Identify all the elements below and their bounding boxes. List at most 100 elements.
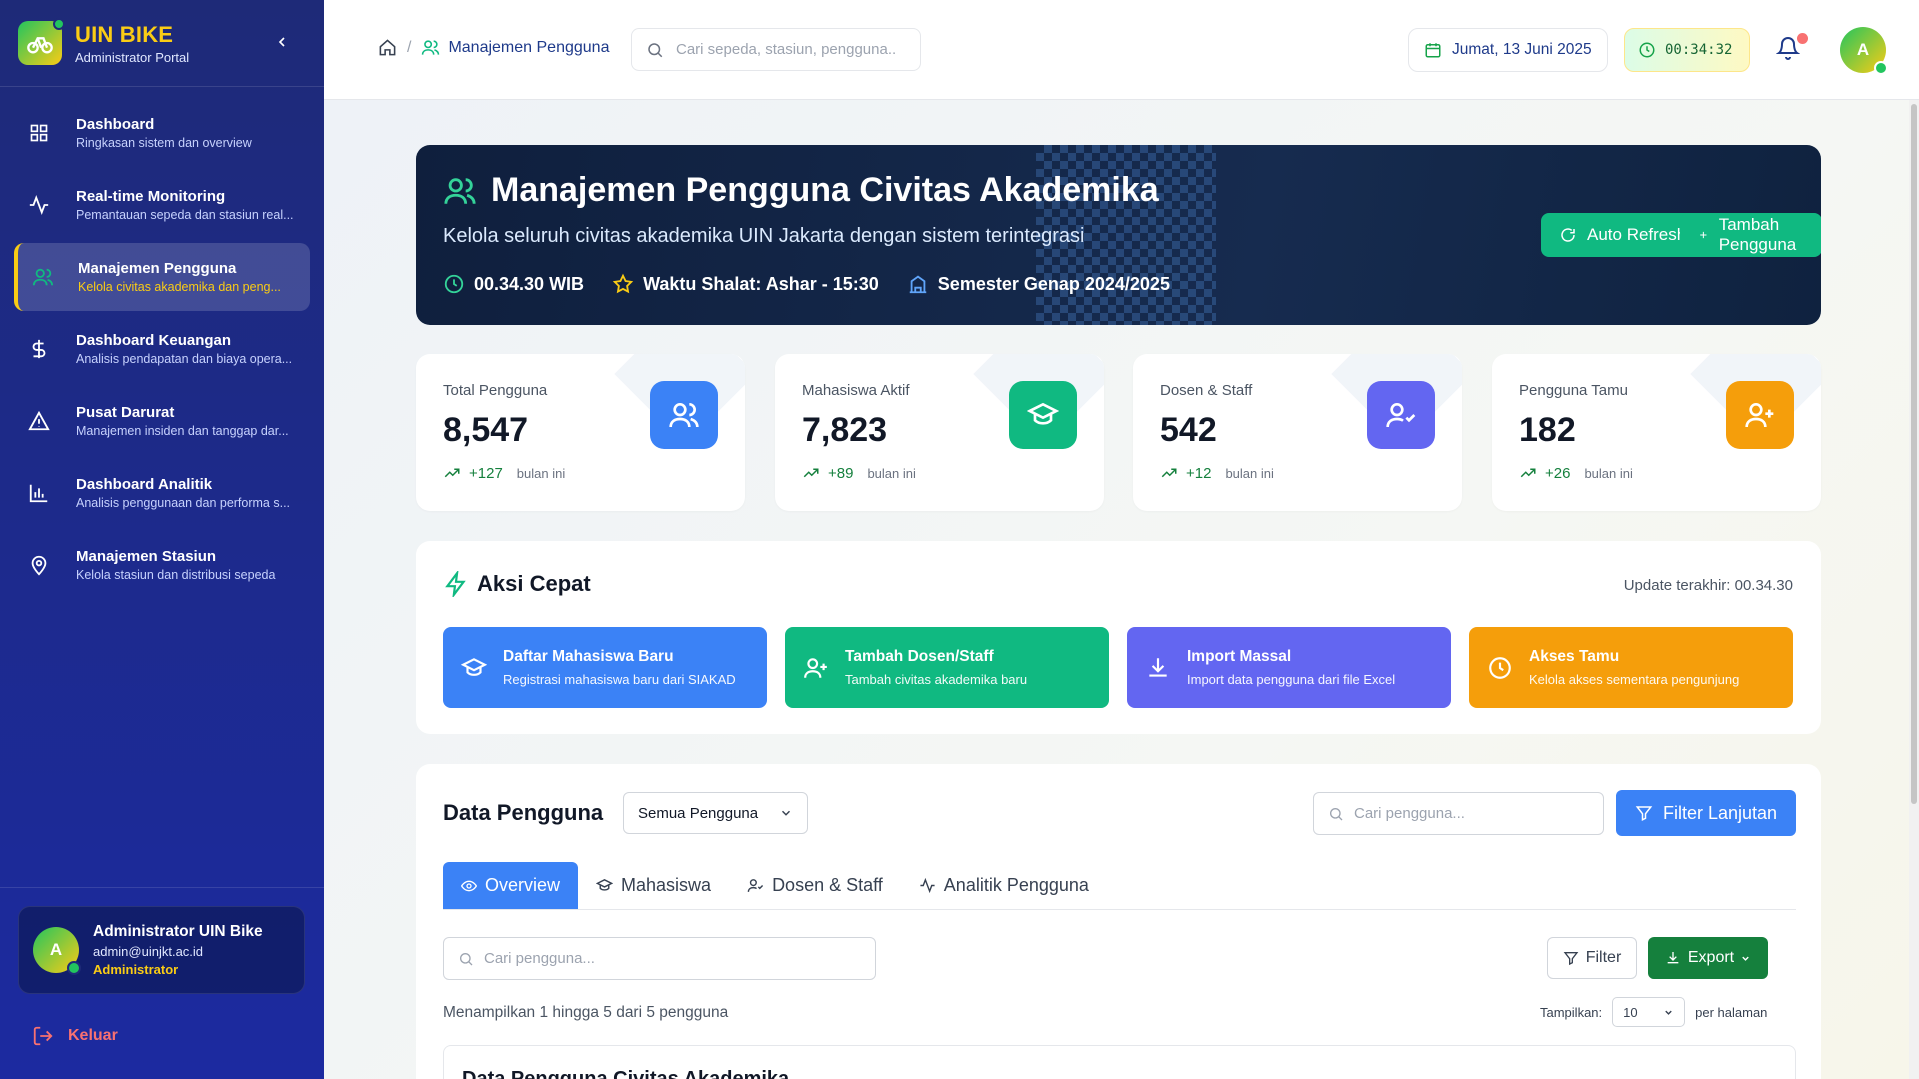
add-user-button[interactable]: Tambah Pengguna [1680,213,1821,257]
scrollbar-thumb[interactable] [1911,104,1917,804]
collapse-sidebar-button[interactable] [270,30,294,54]
user-card[interactable]: A Administrator UIN Bike admin@uinjkt.ac… [18,906,305,994]
tab-lecturers-staff[interactable]: Dosen & Staff [729,862,901,909]
stat-trend-value: +12 [1186,464,1212,482]
bulk-import-button[interactable]: Import Massal Import data pengguna dari f… [1127,627,1451,708]
action-label: Import Massal [1187,648,1292,665]
notification-badge [1797,33,1808,44]
sidebar-item-label: Dashboard Keuangan [76,332,232,349]
action-label: Daftar Mahasiswa Baru [503,648,674,665]
users-icon [444,177,476,204]
sidebar-item-monitoring[interactable]: Real-time Monitoring Pemantauan sepeda da… [14,171,310,239]
stat-card-active-students: Mahasiswa Aktif 7,823 +89 bulan ini [775,354,1104,511]
stat-card-lecturers-staff: Dosen & Staff 542 +12 bulan ini [1133,354,1462,511]
bike-logo-icon [18,18,65,65]
sidebar-item-analytics[interactable]: Dashboard Analitik Analisis penggunaan da… [14,459,310,527]
main-content: Manajemen Pengguna Civitas Akademika Kel… [324,100,1919,1079]
trending-up-icon [803,468,819,478]
stat-label: Mahasiswa Aktif [802,382,910,399]
export-button[interactable]: Export [1648,937,1768,979]
star-icon [612,273,634,294]
stat-trend: +89 bulan ini [802,464,916,482]
stat-trend-note: bulan ini [867,465,916,481]
per-page-value: 10 [1623,1004,1638,1020]
bar-chart-icon [26,480,52,506]
eye-icon [461,880,477,891]
user-search-input[interactable] [1354,805,1574,822]
profile-avatar[interactable]: A [1840,27,1888,75]
users-icon [650,381,718,449]
building-icon [909,275,927,294]
avatar: A [33,927,81,975]
graduation-cap-icon [1009,381,1077,449]
sidebar-item-stations[interactable]: Manajemen Stasiun Kelola stasiun dan dist… [14,531,310,599]
add-lecturer-button[interactable]: Tambah Dosen/Staff Tambah civitas akademi… [785,627,1109,708]
section-title: Data Pengguna [443,800,604,825]
stat-label: Pengguna Tamu [1519,382,1628,399]
tab-user-analytics[interactable]: Analitik Pengguna [901,862,1107,909]
global-search [631,28,921,71]
pagination-summary: Menampilkan 1 hingga 5 dari 5 pengguna [443,1004,729,1021]
sidebar-item-label: Dashboard [76,116,155,133]
logout-icon [33,1026,53,1046]
hero-clock: 00.34.30 WIB [474,273,585,294]
sidebar-item-label: Real-time Monitoring [76,188,226,205]
tab-students[interactable]: Mahasiswa [578,862,729,909]
global-search-input[interactable] [676,41,896,58]
action-desc: Registrasi mahasiswa baru dari SIAKAD [503,672,736,687]
users-icon [30,264,56,290]
auto-refresh-label: Auto Refresh [1587,225,1687,244]
stat-trend: +127 bulan ini [443,464,565,482]
user-check-icon [1367,381,1435,449]
map-pin-icon [26,552,52,578]
search-icon [460,952,473,965]
sidebar-item-desc: Analisis pendapatan dan biaya opera... [76,352,293,366]
online-status-dot [1874,61,1888,75]
guest-access-button[interactable]: Akses Tamu Kelola akses sementara pengunj… [1469,627,1793,708]
stat-label: Total Pengguna [443,382,548,399]
page-subtitle: Kelola seluruh civitas akademika UIN Jak… [443,225,1085,247]
semester: Semester Genap 2024/2025 [937,273,1170,294]
home-icon[interactable] [378,38,397,57]
per-page-suffix: per halaman [1695,1004,1768,1020]
tab-overview[interactable]: Overview [443,862,579,909]
time-display: 00:34:32 [1624,28,1750,72]
current-date: Jumat, 13 Juni 2025 [1452,41,1592,58]
filter-icon [1635,806,1653,821]
add-user-label: Tambah Pengguna [1718,215,1797,254]
per-page-control: Tampilkan: 10 per halaman [1540,997,1767,1027]
user-search [1313,792,1604,835]
chevron-left-icon [278,37,285,47]
list-search-input[interactable] [484,950,704,967]
stat-card-guests: Pengguna Tamu 182 +26 bulan ini [1492,354,1821,511]
user-role: Administrator [93,962,179,977]
users-icon [422,40,440,55]
scrollbar[interactable] [1909,100,1919,1079]
current-time: 00:34:32 [1665,42,1733,58]
brand: UIN BIKE Administrator Portal [0,0,324,87]
clock-icon [1489,656,1511,679]
filter-button[interactable]: Filter [1547,937,1637,979]
action-label: Tambah Dosen/Staff [845,648,994,665]
sidebar-item-dashboard[interactable]: Dashboard Ringkasan sistem dan overview [14,99,310,167]
user-type-select[interactable]: Semua Pengguna [623,792,808,834]
advanced-filter-button[interactable]: Filter Lanjutan [1616,790,1796,836]
notifications-button[interactable] [1775,33,1808,64]
breadcrumb-current: Manajemen Pengguna [448,38,610,56]
prayer-time: Waktu Shalat: Ashar - 15:30 [643,273,879,294]
register-student-button[interactable]: Daftar Mahasiswa Baru Registrasi mahasisw… [443,627,767,708]
sidebar-item-desc: Pemantauan sepeda dan stasiun real... [76,208,294,222]
stat-value: 7,823 [802,411,888,449]
trending-up-icon [1520,468,1536,478]
status-dot [53,18,65,30]
logout-button[interactable]: Keluar [32,1025,118,1047]
sidebar-item-users[interactable]: Manajemen Pengguna Kelola civitas akademi… [14,243,310,311]
activity-icon [26,192,52,218]
sidebar: UIN BIKE Administrator Portal Dashboard R… [0,0,324,1079]
sidebar-item-finance[interactable]: Dashboard Keuangan Analisis pendapatan da… [14,315,310,383]
sidebar-item-emergency[interactable]: Pusat Darurat Manajemen insiden dan tangg… [14,387,310,455]
refresh-icon [1561,228,1575,242]
sidebar-item-desc: Analisis penggunaan dan performa s... [76,496,291,510]
user-name: Administrator UIN Bike [93,923,263,940]
per-page-select[interactable]: 10 [1612,997,1686,1027]
